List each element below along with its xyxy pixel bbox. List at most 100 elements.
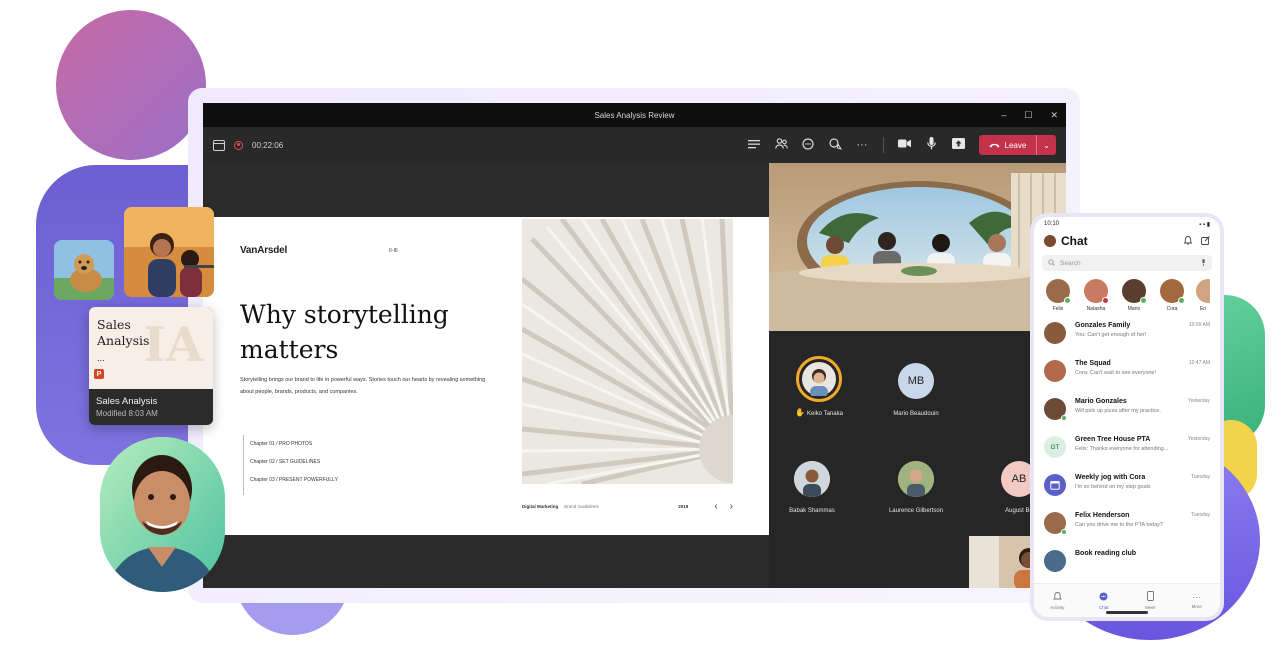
nav-more[interactable]: ··· More (1182, 592, 1212, 609)
participant-tile[interactable]: ✋ Keiko Tanaka (779, 356, 859, 417)
powerpoint-icon: P (94, 369, 104, 379)
chat-preview: I'm so behind on my step goals (1075, 484, 1151, 490)
contact-story[interactable]: Mario (1120, 279, 1148, 312)
reactions-icon[interactable] (828, 137, 842, 153)
nav-label: Meet (1145, 605, 1156, 610)
file-card-sales-analysis[interactable]: IA Sales Analysis... P Sales Analysis Mo… (89, 307, 213, 425)
contact-name: Felix (1052, 306, 1064, 312)
list-item[interactable]: Mario Gonzales Yesterday Will pick up piz… (1034, 392, 1220, 430)
content-stage: VanArsdel II-III Why storytelling matter… (203, 163, 769, 588)
avatar (796, 356, 842, 402)
contact-story[interactable]: Cora (1158, 279, 1186, 312)
photo-card-dog[interactable] (54, 240, 114, 300)
calendar-icon (1044, 474, 1066, 496)
more-icon[interactable]: ··· (856, 139, 869, 151)
chat-preview: You: Can't get enough of her! (1075, 332, 1147, 338)
chat-header: Chat (1034, 228, 1220, 248)
list-item[interactable]: Felix Henderson Tuesday Can you drive me … (1034, 506, 1220, 544)
chat-time: Tuesday (1191, 512, 1210, 518)
avatar: MB (898, 363, 934, 399)
participant-tile[interactable]: MB Mario Beaudouin (876, 363, 956, 417)
bottom-navigation: Activity Chat Meet ··· More (1034, 583, 1220, 617)
list-item[interactable]: Gonzales Family 10:09 AM You: Can't get e… (1034, 316, 1220, 354)
chat-name: Book reading club (1075, 550, 1137, 557)
search-placeholder: Search (1060, 259, 1081, 267)
chat-title: Chat (1061, 234, 1088, 248)
calendar-icon[interactable] (213, 139, 225, 151)
profile-avatar[interactable] (1044, 235, 1056, 247)
avatar (794, 461, 830, 497)
record-icon (234, 140, 243, 150)
close-button[interactable]: ✕ (1050, 110, 1058, 121)
chat-preview: Felix: Thanks everyone for attending... (1075, 446, 1169, 452)
nav-meet[interactable]: Meet (1135, 591, 1165, 610)
maximize-button[interactable]: ☐ (1024, 110, 1032, 121)
signal-battery-icon: ▪ ▪ ▮ (1199, 222, 1210, 228)
together-mode-video (769, 163, 1066, 331)
leave-label: Leave (1004, 140, 1027, 150)
list-item[interactable]: GT Green Tree House PTA Yesterday Felix: … (1034, 430, 1220, 468)
contact-story[interactable]: Felix (1044, 279, 1072, 312)
raised-hand-icon: ✋ (795, 408, 806, 417)
slide-footer-section: Digital Marketing (522, 504, 559, 509)
contact-story[interactable]: Eri (1196, 279, 1210, 312)
nav-label: More (1191, 604, 1202, 609)
chat-time: 10:47 AM (1188, 360, 1210, 366)
caller-photo (100, 437, 225, 592)
new-chat-icon[interactable] (1201, 235, 1210, 247)
more-icon: ··· (1192, 592, 1202, 602)
slide-body-text: Storytelling brings our brand to life in… (240, 377, 486, 395)
avatar (898, 461, 934, 497)
participant-tile[interactable]: Laurence Gilbertson (876, 461, 956, 514)
slide-chapter-list: Chapter 01 / PRO PHOTOS Chapter 02 / SET… (243, 435, 338, 495)
search-bar[interactable]: Search (1042, 255, 1212, 271)
slide-architecture-image (522, 219, 733, 484)
phone-hangup-icon (989, 140, 1000, 150)
shared-slide[interactable]: VanArsdel II-III Why storytelling matter… (203, 217, 769, 535)
window-title: Sales Analysis Review (594, 110, 675, 120)
mic-icon[interactable] (1201, 258, 1206, 268)
slide-brand-logo: VanArsdel (240, 245, 288, 256)
title-bar: Sales Analysis Review – ☐ ✕ (203, 103, 1066, 127)
file-thumbnail: IA Sales Analysis... P (89, 307, 213, 389)
avatar (1044, 322, 1066, 344)
camera-icon[interactable] (897, 139, 911, 151)
notification-bell-icon[interactable] (1183, 235, 1193, 247)
minimize-button[interactable]: – (1001, 110, 1006, 120)
next-slide-button[interactable]: › (730, 501, 733, 512)
mic-icon[interactable] (925, 137, 938, 153)
list-item[interactable]: Weekly jog with Cora Tuesday I'm so behin… (1034, 468, 1220, 506)
contact-story[interactable]: Natasha (1082, 279, 1110, 312)
people-icon[interactable] (774, 138, 788, 152)
chat-name: The Squad (1075, 360, 1111, 367)
slide-chapter: Chapter 01 / PRO PHOTOS (250, 441, 313, 447)
phone-icon (1135, 591, 1165, 603)
contact-name: Eri (1199, 306, 1207, 312)
meeting-window: Sales Analysis Review – ☐ ✕ 00:22:06 ···… (203, 103, 1066, 588)
meeting-toolbar: 00:22:06 ··· Leave ⌄ (203, 127, 1066, 163)
toolbar-divider (882, 137, 884, 153)
participant-name: Babak Shammas (789, 508, 835, 514)
share-icon[interactable] (951, 138, 965, 152)
contact-name: Mario (1127, 306, 1141, 312)
nav-chat[interactable]: Chat (1089, 592, 1119, 610)
participant-tile[interactable]: Babak Shammas (772, 461, 852, 514)
leave-button[interactable]: Leave ⌄ (978, 135, 1056, 155)
window-controls: – ☐ ✕ (1001, 103, 1058, 127)
chat-list-icon[interactable] (748, 139, 761, 152)
avatar: GT (1044, 436, 1066, 458)
leave-options-chevron-icon[interactable]: ⌄ (1036, 135, 1056, 155)
slide-footer-subtitle: Brand Guidelines (564, 504, 599, 509)
contact-name: Cora (1166, 306, 1178, 312)
list-item[interactable]: The Squad 10:47 AM Cora: Can't wait to se… (1034, 354, 1220, 392)
status-bar: 10:10 ▪ ▪ ▮ (1034, 217, 1220, 228)
chat-name: Weekly jog with Cora (1075, 474, 1146, 481)
photo-card-kids[interactable] (124, 207, 214, 297)
slide-footer-year: 2019 (678, 504, 689, 509)
list-item[interactable]: Book reading club (1034, 544, 1220, 582)
nav-activity[interactable]: Activity (1042, 591, 1072, 610)
chat-bubble-icon[interactable] (802, 137, 815, 153)
mobile-chat-screen: 10:10 ▪ ▪ ▮ Chat Search Felix Natasha Ma… (1034, 217, 1220, 617)
previous-slide-button[interactable]: ‹ (714, 501, 717, 512)
avatar (1044, 398, 1067, 421)
